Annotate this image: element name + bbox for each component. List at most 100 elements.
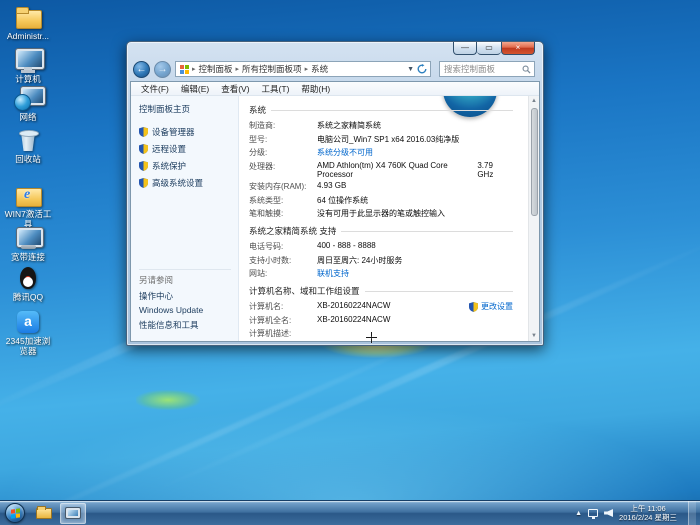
change-settings-label: 更改设置	[481, 302, 513, 311]
scrollbar-thumb[interactable]	[530, 108, 538, 216]
address-bar[interactable]: ▸ 控制面板 ▸ 所有控制面板项 ▸ 系统 ▼	[175, 61, 431, 77]
menu-item[interactable]: 帮助(H)	[295, 83, 336, 95]
see-also-item[interactable]: 操作中心	[139, 290, 231, 302]
desktop-icon-label: 网络	[19, 112, 37, 122]
system-properties-window: — ▭ × ← → ▸ 控制面板 ▸ 所有控制面板项 ▸ 系统 ▼ 搜索控制面板…	[126, 41, 544, 346]
row-value: 没有可用于此显示器的笔或触控输入	[317, 209, 445, 218]
address-dropdown-icon[interactable]: ▼	[407, 66, 414, 73]
row-label: 分级:	[249, 148, 268, 157]
wallpaper-glow	[0, 405, 700, 500]
section-title: 计算机名称、域和工作组设置	[249, 285, 513, 297]
wallpaper-flare	[136, 390, 200, 410]
row-value-extra: 3.79 GHz	[477, 160, 494, 179]
see-also-item[interactable]: 性能信息和工具	[139, 319, 231, 331]
uac-shield-icon	[139, 127, 148, 137]
row-label: 型号:	[249, 134, 268, 144]
taskbar-clock[interactable]: 上午 11:06 2016/2/24 星期三	[619, 504, 677, 522]
taskbar-explorer-button[interactable]	[31, 503, 57, 524]
start-button[interactable]	[5, 503, 25, 523]
taskbar-system-window-button[interactable]	[60, 502, 86, 524]
see-also-section: 另请参阅 操作中心 Windows Update 性能信息和工具	[139, 269, 231, 334]
menu-bar: 文件(F) 编辑(E) 查看(V) 工具(T) 帮助(H)	[131, 82, 539, 96]
show-hidden-icons-button[interactable]: ▲	[575, 510, 582, 517]
row-label: 计算机名:	[249, 302, 284, 311]
search-icon	[522, 65, 531, 74]
row-value: XB-20160224NACW	[317, 301, 391, 310]
section-title: 系统之家精简系统 支持	[249, 225, 513, 237]
info-row: 电话号码: 400 - 888 - 8888	[249, 241, 513, 252]
scroll-up-icon[interactable]: ▲	[531, 96, 537, 106]
info-row: 计算机全名: XB-20160224NACW	[249, 315, 513, 326]
vertical-scrollbar[interactable]: ▲ ▼	[528, 96, 539, 341]
address-bar-buttons: ▼	[407, 64, 427, 74]
menu-item[interactable]: 编辑(E)	[175, 83, 215, 95]
row-label: 电话号码:	[249, 242, 284, 251]
forward-button[interactable]: →	[154, 60, 171, 78]
mouse-cursor	[366, 332, 377, 343]
sidebar-task-item[interactable]: 系统保护	[139, 160, 238, 172]
row-value: 电脑公司_Win7 SP1 x64 2016.03纯净版	[317, 134, 460, 144]
breadcrumb-item[interactable]: 系统	[309, 63, 330, 75]
sidebar-task-item[interactable]: 设备管理器	[139, 126, 238, 138]
desktop-icon-image	[13, 265, 43, 291]
desktop-icon[interactable]: 2345加速浏览器	[2, 309, 54, 356]
info-row: 支持小时数: 周日至周六: 24小时服务	[249, 255, 513, 266]
row-value: AMD Athlon(tm) X4 760K Quad Core Process…	[317, 160, 448, 179]
window-client-area: 文件(F) 编辑(E) 查看(V) 工具(T) 帮助(H) 控制面板主页 设备管…	[130, 81, 540, 342]
close-button[interactable]: ×	[501, 42, 535, 55]
desktop-icon[interactable]: WIN7激活工具	[2, 182, 54, 229]
menu-item[interactable]: 工具(T)	[256, 83, 296, 95]
back-button[interactable]: ←	[133, 60, 150, 78]
info-row: 安装内存(RAM): 4.93 GB	[249, 181, 513, 192]
sidebar-task-item[interactable]: 远程设置	[139, 143, 238, 155]
menu-item[interactable]: 查看(V)	[215, 83, 255, 95]
breadcrumb-item[interactable]: 所有控制面板项	[240, 63, 304, 75]
scroll-down-icon[interactable]: ▼	[531, 331, 537, 341]
change-settings-link[interactable]: 更改设置	[469, 301, 513, 312]
info-row: 系统类型: 64 位操作系统	[249, 195, 513, 206]
desktop-icon-image	[13, 47, 45, 73]
row-value: 64 位操作系统	[317, 195, 369, 205]
window-controls: — ▭ ×	[453, 42, 535, 55]
volume-tray-icon[interactable]	[604, 509, 614, 517]
row-label: 处理器:	[249, 161, 276, 171]
row-value: 系统分级不可用	[317, 148, 373, 157]
breadcrumb-item[interactable]: 控制面板	[197, 63, 235, 75]
info-row: 笔和触摸: 没有可用于此显示器的笔或触控输入	[249, 208, 513, 219]
maximize-button[interactable]: ▭	[477, 42, 501, 55]
uac-shield-icon	[469, 301, 478, 312]
desktop-icon-label: Administr...	[6, 31, 50, 41]
folder-icon	[36, 505, 52, 519]
window-titlebar[interactable]: — ▭ ×	[127, 42, 543, 57]
see-also-item[interactable]: Windows Update	[139, 305, 231, 315]
row-value: 周日至周六: 24小时服务	[317, 255, 403, 265]
sidebar-task-label: 设备管理器	[152, 127, 195, 137]
desktop-icon[interactable]: 腾讯QQ	[2, 265, 54, 303]
menu-item[interactable]: 文件(F)	[135, 83, 175, 95]
desktop-icon[interactable]: 回收站	[2, 127, 54, 165]
desktop-icon[interactable]: 网络	[2, 85, 54, 123]
search-box[interactable]: 搜索控制面板	[439, 61, 535, 77]
taskbar: ▲ 上午 11:06 2016/2/24 星期三	[0, 500, 700, 525]
network-tray-icon[interactable]	[588, 509, 599, 519]
sidebar-item-control-panel-home[interactable]: 控制面板主页	[139, 103, 238, 115]
clock-date: 2016/2/24 星期三	[619, 513, 677, 522]
control-panel-icon	[180, 64, 189, 74]
desktop-icon-image	[13, 309, 43, 335]
minimize-button[interactable]: —	[453, 42, 477, 55]
desktop-icon[interactable]: 计算机	[2, 47, 54, 85]
row-label: 笔和触摸:	[249, 209, 284, 218]
sidebar-task-item[interactable]: 高级系统设置	[139, 177, 238, 189]
refresh-icon[interactable]	[417, 64, 427, 74]
show-desktop-button[interactable]	[688, 500, 696, 525]
desktop-icon-image	[13, 182, 43, 208]
uac-shield-icon	[139, 178, 148, 188]
section-system: 系统 制造商: 系统之家精简系统 型号: 电脑公司_Win7 SP1 x64 2…	[249, 104, 513, 219]
desktop-icon[interactable]: 宽带连接	[2, 225, 54, 263]
info-row: 计算机名: XB-20160224NACW 更改设置	[249, 301, 513, 312]
desktop-icon[interactable]: Administr...	[2, 4, 54, 42]
desktop: { "desktop": { "icons": [ { "label": "Ad…	[0, 0, 700, 525]
windows-logo-icon	[11, 508, 20, 519]
info-row: 网站: 联机支持	[249, 268, 513, 279]
row-label: 计算机全名:	[249, 315, 292, 325]
